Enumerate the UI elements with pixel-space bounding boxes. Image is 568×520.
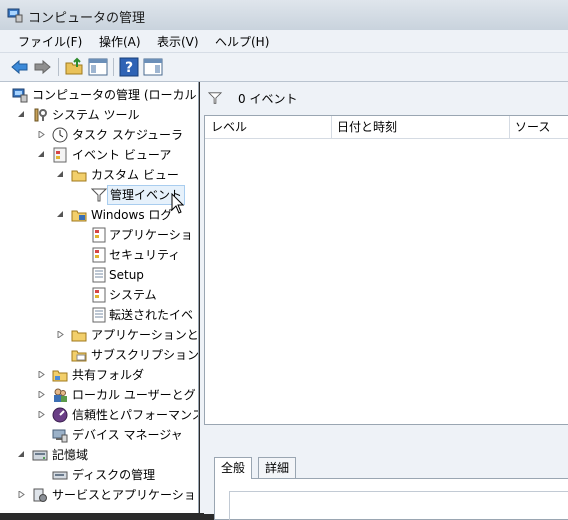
tree-label: システム: [109, 288, 157, 302]
tree-label: コンピュータの管理 (ローカル: [32, 88, 197, 102]
up-folder-icon[interactable]: [64, 57, 84, 77]
event-detail-pane: 全般 詳細: [204, 424, 568, 520]
window-title: コンピュータの管理: [28, 11, 146, 26]
tree-label: 信頼性とパフォーマンス: [72, 408, 199, 422]
shared-folder-icon: [52, 370, 68, 382]
toolbar: ?: [0, 53, 568, 82]
tree-label: デバイス マネージャ: [72, 428, 183, 442]
expanded-arrow-icon[interactable]: [38, 151, 45, 158]
tree-label: 共有フォルダ: [72, 368, 145, 382]
tree-label: Windows ログ: [91, 208, 173, 222]
log-icon: [92, 307, 106, 323]
title-bar: コンピュータの管理: [0, 0, 568, 31]
tree-label: アプリケーションと: [91, 328, 199, 342]
collapsed-arrow-icon[interactable]: [38, 131, 45, 138]
tree-label: ローカル ユーザーとグ: [72, 388, 196, 402]
toolbar-separator: [58, 58, 59, 76]
computer-management-icon: [7, 8, 23, 23]
show-hide-tree-icon[interactable]: [88, 57, 108, 77]
collapsed-arrow-icon[interactable]: [38, 391, 45, 398]
collapsed-arrow-icon[interactable]: [38, 371, 45, 378]
header-divider: [205, 138, 568, 139]
menu-bar: ファイル(F) 操作(A) 表示(V) ヘルプ(H): [0, 30, 568, 53]
event-viewer-icon: [53, 147, 67, 163]
folder-icon: [71, 210, 87, 222]
computer-management-icon: [12, 88, 28, 103]
clock-icon: [52, 127, 68, 143]
tree-label: 転送されたイベ: [109, 308, 194, 322]
device-manager-icon: [52, 429, 68, 443]
log-icon: [92, 267, 106, 283]
collapsed-arrow-icon[interactable]: [38, 411, 45, 418]
tree-label: アプリケーショ: [109, 228, 193, 242]
menu-view[interactable]: 表示(V): [155, 33, 201, 50]
tree-label: タスク スケジューラ: [72, 128, 183, 142]
expanded-arrow-icon[interactable]: [57, 171, 64, 178]
menu-file[interactable]: ファイル(F): [16, 33, 84, 50]
svg-text:?: ?: [125, 60, 133, 76]
folder-icon: [71, 170, 87, 182]
tree-label: カスタム ビュー: [91, 168, 179, 182]
column-header-level[interactable]: レベル: [211, 116, 248, 139]
tree-label: システム ツール: [52, 108, 140, 122]
tab-panel: [214, 478, 568, 520]
column-separator[interactable]: [331, 116, 332, 138]
collapsed-arrow-icon[interactable]: [18, 491, 25, 498]
navigation-tree: コンピュータの管理 (ローカル システム ツール タスク スケジューラ イベント…: [0, 82, 199, 513]
results-pane: 0 イベント レベル 日付と時刻 ソース 全般 詳細: [200, 82, 568, 520]
tree-label: Setup: [109, 268, 144, 282]
event-count: 0 イベント: [238, 92, 298, 106]
toolbar-separator: [113, 58, 114, 76]
log-icon: [92, 227, 106, 243]
users-icon: [54, 388, 67, 402]
performance-icon: [52, 407, 68, 423]
filter-icon: [208, 92, 222, 104]
column-header-datetime[interactable]: 日付と時刻: [337, 116, 398, 139]
tree-label: ディスクの管理: [72, 468, 156, 482]
storage-icon: [32, 450, 48, 461]
services-icon: [33, 488, 47, 502]
disk-icon: [52, 471, 68, 480]
log-icon: [92, 247, 106, 263]
subscription-icon: [71, 350, 87, 362]
show-hide-action-pane-icon[interactable]: [143, 57, 163, 77]
filter-icon: [91, 188, 107, 202]
mouse-cursor-icon: [171, 193, 185, 214]
folder-icon: [71, 330, 87, 342]
expanded-arrow-icon[interactable]: [18, 111, 25, 118]
menu-action[interactable]: 操作(A): [97, 33, 143, 50]
tree-label: セキュリティ: [109, 248, 181, 262]
menu-help[interactable]: ヘルプ(H): [213, 33, 271, 50]
collapsed-arrow-icon[interactable]: [57, 331, 64, 338]
help-icon[interactable]: ?: [119, 57, 139, 77]
expanded-arrow-icon[interactable]: [57, 211, 64, 218]
expanded-arrow-icon[interactable]: [18, 451, 25, 458]
tree-label: サブスクリプション: [91, 348, 199, 362]
column-header-source[interactable]: ソース: [515, 116, 551, 139]
back-arrow-icon[interactable]: [10, 57, 30, 77]
system-tools-icon: [34, 108, 47, 122]
forward-arrow-icon[interactable]: [32, 57, 52, 77]
tree-label: イベント ビューア: [72, 148, 172, 162]
column-separator[interactable]: [509, 116, 510, 138]
tab-general[interactable]: 全般: [214, 457, 253, 479]
tab-details[interactable]: 詳細: [258, 457, 297, 478]
tree-label: 記憶域: [52, 448, 89, 462]
event-description-box: [229, 491, 568, 520]
tree-label: サービスとアプリケーショ: [52, 488, 196, 502]
log-icon: [92, 287, 106, 303]
